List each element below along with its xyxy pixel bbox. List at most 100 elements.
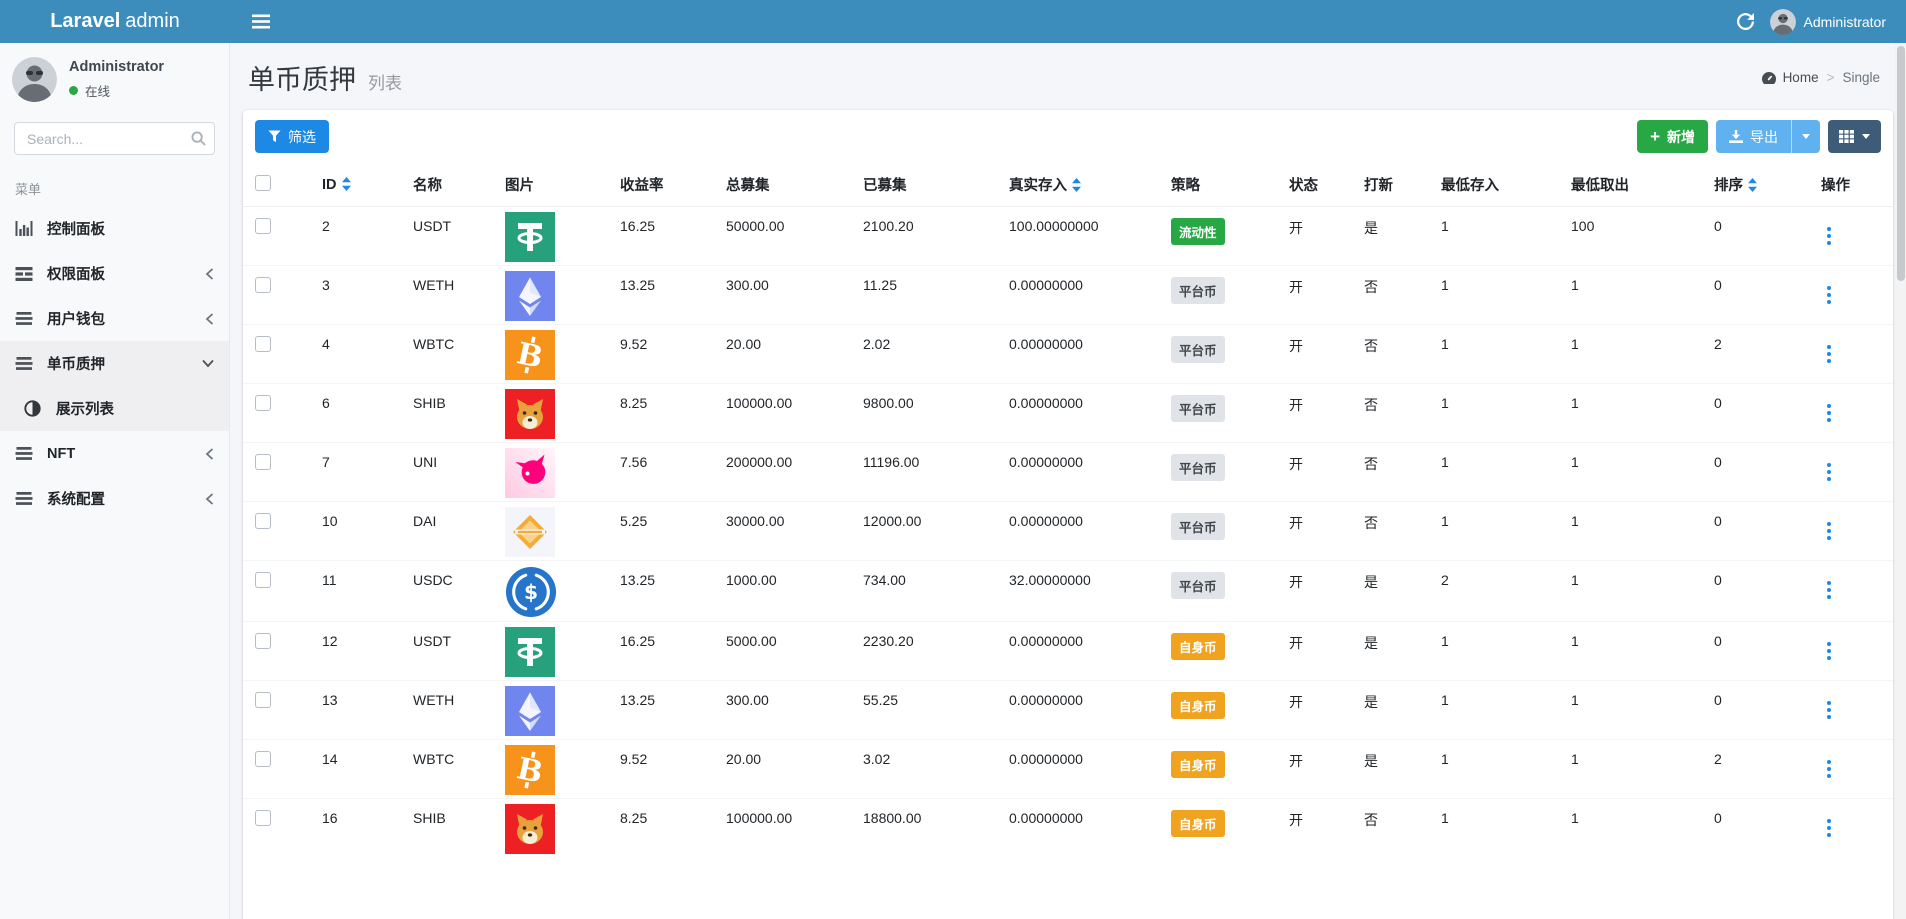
cell-min-deposit: 2 [1433,561,1563,622]
row-actions-button[interactable] [1821,224,1837,249]
column-header[interactable]: 排序 [1706,163,1813,207]
row-actions-button[interactable] [1821,401,1837,426]
row-checkbox[interactable] [255,513,271,529]
strategy-badge: 平台币 [1171,395,1225,422]
export-dropdown-button[interactable] [1791,120,1820,153]
usdt-icon [505,212,555,262]
sidebar-item-system-config[interactable]: 系统配置 [0,476,229,521]
cell-real-deposit: 0.00000000 [1001,740,1163,799]
cell-total: 300.00 [718,681,855,740]
cell-sort: 0 [1706,622,1813,681]
cell-total: 100000.00 [718,384,855,443]
row-checkbox[interactable] [255,633,271,649]
row-actions-button[interactable] [1821,342,1837,367]
cell-min-deposit: 1 [1433,266,1563,325]
cell-total: 50000.00 [718,207,855,266]
cell-actions [1813,384,1893,443]
content-area: 单币质押 列表 Home > Single 筛选 + 新增 [230,43,1906,919]
navbar-user-menu[interactable]: Administrator [1770,9,1886,35]
row-checkbox[interactable] [255,810,271,826]
add-button[interactable]: + 新增 [1637,120,1708,153]
cell-image [497,207,612,266]
bars-icon [15,356,40,371]
column-header[interactable]: 真实存入 [1001,163,1163,207]
plus-icon: + [1650,128,1660,145]
cell-checkbox [243,799,314,858]
search-submit-button[interactable] [191,131,206,146]
row-checkbox[interactable] [255,395,271,411]
page-scrollbar[interactable] [1895,43,1906,919]
filter-button[interactable]: 筛选 [255,120,329,153]
chevron-left-icon [205,313,214,325]
cell-checkbox [243,266,314,325]
cell-strategy: 自身币 [1163,681,1281,740]
cell-checkbox [243,325,314,384]
cell-min-withdraw: 1 [1563,325,1706,384]
table-row: 3WETH13.25300.0011.250.00000000平台币开否110 [243,266,1893,325]
scrollbar-thumb[interactable] [1897,46,1905,281]
row-actions-button[interactable] [1821,578,1837,603]
cell-id: 12 [314,622,405,681]
row-checkbox[interactable] [255,336,271,352]
column-header: 收益率 [612,163,718,207]
online-status-label: 在线 [85,81,110,100]
cell-id: 11 [314,561,405,622]
sidebar-search-input[interactable] [14,122,215,155]
cell-sort: 0 [1706,502,1813,561]
row-checkbox[interactable] [255,751,271,767]
bars-icon [15,491,40,506]
brand-light: admin [125,10,179,33]
cell-subscribe: 否 [1356,384,1433,443]
cell-total: 100000.00 [718,799,855,858]
sidebar-menu: 控制面板权限面板用户钱包单币质押展示列表NFT系统配置 [0,206,229,521]
column-header: 操作 [1813,163,1893,207]
column-header[interactable]: ID [314,163,405,207]
row-actions-button[interactable] [1821,816,1837,841]
columns-dropdown-button[interactable] [1828,120,1881,153]
row-checkbox[interactable] [255,277,271,293]
cell-sort: 0 [1706,799,1813,858]
cell-min-withdraw: 1 [1563,799,1706,858]
row-actions-button[interactable] [1821,519,1837,544]
row-actions-button[interactable] [1821,698,1837,723]
row-checkbox[interactable] [255,218,271,234]
strategy-badge: 平台币 [1171,277,1225,304]
cell-raised: 734.00 [855,561,1001,622]
cell-actions [1813,443,1893,502]
sidebar-item-display-list[interactable]: 展示列表 [0,386,229,431]
cell-strategy: 自身币 [1163,740,1281,799]
sidebar-item-nft[interactable]: NFT [0,431,229,476]
refresh-button[interactable] [1737,13,1754,30]
sidebar-item-single-stake[interactable]: 单币质押 [0,341,229,386]
row-checkbox[interactable] [255,692,271,708]
cell-name: USDC [405,561,497,622]
cell-status: 开 [1281,266,1356,325]
cell-status: 开 [1281,561,1356,622]
cell-min-deposit: 1 [1433,502,1563,561]
select-all-checkbox[interactable] [255,175,271,191]
row-actions-button[interactable] [1821,639,1837,664]
cell-strategy: 平台币 [1163,443,1281,502]
cell-actions [1813,622,1893,681]
breadcrumb-home-link[interactable]: Home [1761,70,1819,85]
row-actions-button[interactable] [1821,757,1837,782]
row-checkbox[interactable] [255,454,271,470]
cell-status: 开 [1281,799,1356,858]
row-actions-button[interactable] [1821,460,1837,485]
sidebar-item-permissions[interactable]: 权限面板 [0,251,229,296]
cell-total: 20.00 [718,740,855,799]
row-checkbox[interactable] [255,572,271,588]
row-actions-button[interactable] [1821,283,1837,308]
strategy-badge: 平台币 [1171,454,1225,481]
strategy-badge: 自身币 [1171,633,1225,660]
sidebar-item-dashboard[interactable]: 控制面板 [0,206,229,251]
sidebar-toggle-button[interactable] [252,14,270,29]
export-button[interactable]: 导出 [1716,120,1791,153]
menu-header: 菜单 [0,167,229,206]
sidebar-user-panel: Administrator 在线 [0,43,229,114]
sidebar-item-user-wallet[interactable]: 用户钱包 [0,296,229,341]
cell-name: WETH [405,681,497,740]
cell-min-deposit: 1 [1433,325,1563,384]
cell-id: 3 [314,266,405,325]
brand-logo[interactable]: Laravel admin [0,0,230,43]
